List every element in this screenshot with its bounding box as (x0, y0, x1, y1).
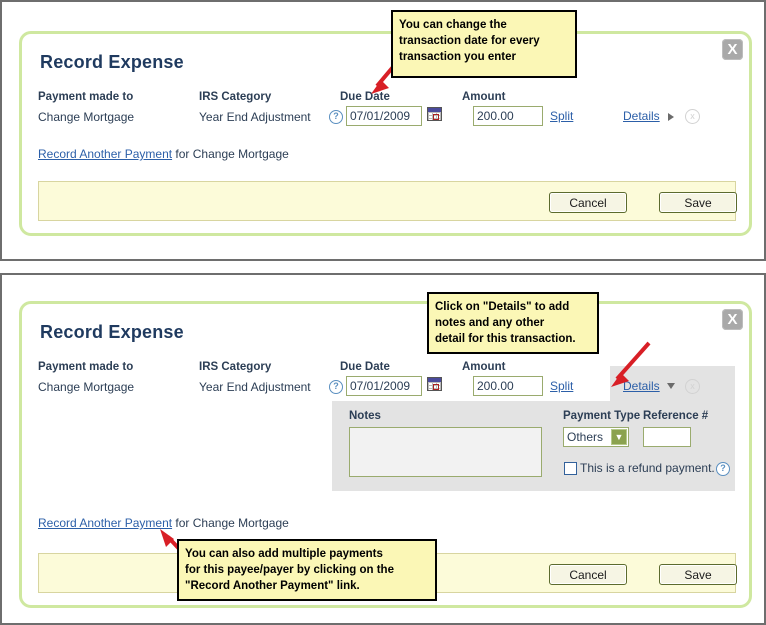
due-date-input[interactable] (346, 376, 422, 396)
payment-type-label: Payment Type (563, 410, 640, 422)
chevron-right-icon[interactable] (668, 113, 674, 121)
amount-label: Amount (462, 361, 505, 373)
close-icon[interactable]: X (722, 309, 743, 330)
help-icon[interactable]: ? (716, 462, 730, 476)
callout-details-tip: Click on "Details" to add notes and any … (427, 292, 599, 354)
chevron-down-icon[interactable] (667, 383, 675, 389)
screenshot-frame-top: X Record Expense Payment made to IRS Cat… (0, 0, 766, 261)
record-another-payment-row: Record Another Payment for Change Mortga… (38, 147, 289, 161)
amount-input[interactable] (473, 376, 543, 396)
screenshot-frame-bottom: X Record Expense Payment made to IRS Cat… (0, 273, 766, 625)
record-another-payment-suffix: for Change Mortgage (172, 516, 289, 530)
payment-type-value: Others (567, 430, 603, 444)
amount-label: Amount (462, 91, 505, 103)
record-another-payment-link[interactable]: Record Another Payment (38, 147, 172, 161)
help-icon[interactable]: ? (329, 380, 343, 394)
irs-category-label: IRS Category (199, 361, 271, 373)
notes-label: Notes (349, 410, 381, 422)
irs-category-value: Year End Adjustment (199, 110, 311, 124)
refund-checkbox[interactable] (564, 462, 577, 475)
payee-value: Change Mortgage (38, 380, 134, 394)
split-link[interactable]: Split (550, 109, 573, 123)
due-date-label: Due Date (340, 361, 390, 373)
record-another-payment-link[interactable]: Record Another Payment (38, 516, 172, 530)
cancel-button[interactable]: Cancel (549, 192, 627, 213)
due-date-label: Due Date (340, 91, 390, 103)
payment-type-select[interactable]: Others ▼ (563, 427, 629, 447)
amount-input[interactable] (473, 106, 543, 126)
delete-row-icon[interactable]: x (685, 379, 700, 394)
record-expense-dialog-collapsed: X Record Expense Payment made to IRS Cat… (19, 31, 752, 236)
split-link[interactable]: Split (550, 379, 573, 393)
reference-input[interactable] (643, 427, 691, 447)
payee-value: Change Mortgage (38, 110, 134, 124)
details-link[interactable]: Details (623, 109, 660, 123)
save-button[interactable]: Save (659, 564, 737, 585)
calendar-icon[interactable] (427, 107, 442, 121)
save-button[interactable]: Save (659, 192, 737, 213)
close-icon[interactable]: X (722, 39, 743, 60)
callout-date-tip: You can change the transaction date for … (391, 10, 577, 78)
irs-category-label: IRS Category (199, 91, 271, 103)
record-another-payment-suffix: for Change Mortgage (172, 147, 289, 161)
dialog-footer: Cancel Save (38, 181, 736, 221)
notes-input[interactable] (349, 427, 542, 477)
payee-label: Payment made to (38, 361, 133, 373)
page-title: Record Expense (40, 52, 184, 73)
details-panel: Notes Payment Type Others ▼ Reference # … (332, 401, 735, 491)
cancel-button[interactable]: Cancel (549, 564, 627, 585)
chevron-down-icon[interactable]: ▼ (611, 429, 627, 445)
reference-label: Reference # (643, 410, 708, 422)
page-title: Record Expense (40, 322, 184, 343)
details-link[interactable]: Details (623, 379, 660, 393)
refund-label: This is a refund payment. (580, 461, 715, 475)
delete-row-icon[interactable]: x (685, 109, 700, 124)
irs-category-value: Year End Adjustment (199, 380, 311, 394)
calendar-icon[interactable] (427, 377, 442, 391)
help-icon[interactable]: ? (329, 110, 343, 124)
record-another-payment-row: Record Another Payment for Change Mortga… (38, 516, 289, 530)
callout-another-payment-tip: You can also add multiple payments for t… (177, 539, 437, 601)
due-date-input[interactable] (346, 106, 422, 126)
payee-label: Payment made to (38, 91, 133, 103)
